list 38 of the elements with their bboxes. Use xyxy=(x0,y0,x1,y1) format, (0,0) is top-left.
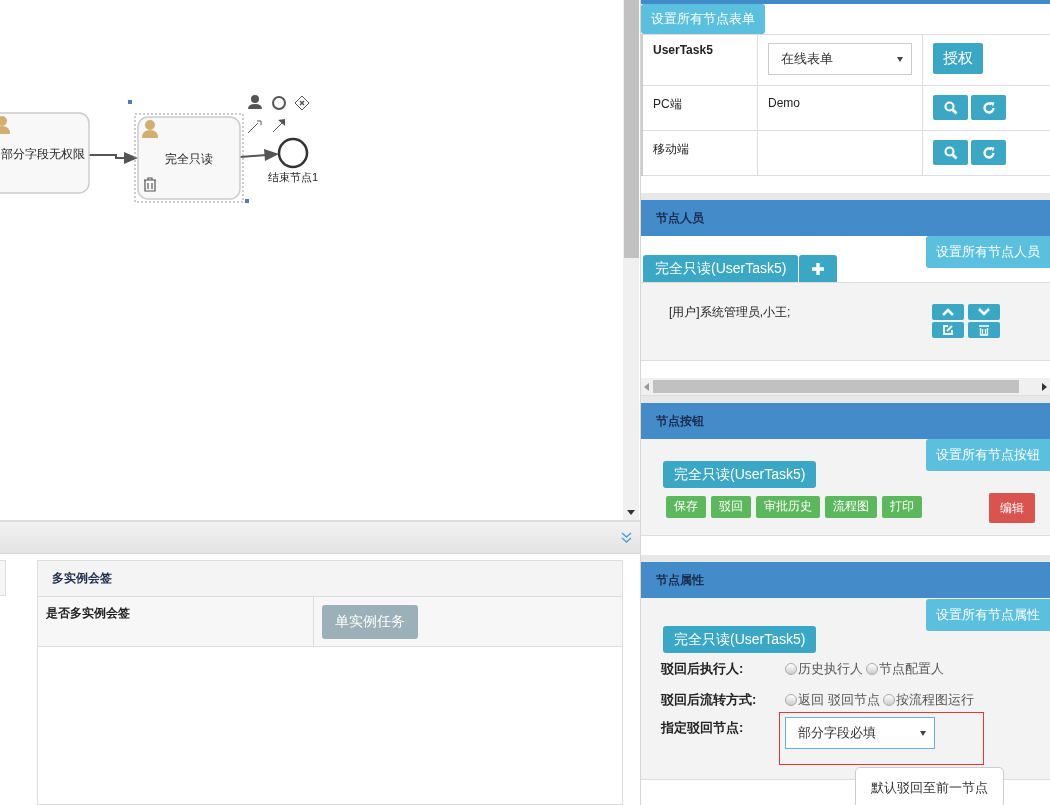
set-all-buttons-button[interactable]: 设置所有节点按钮 xyxy=(926,439,1050,471)
task-label: 完全只读 xyxy=(165,152,213,166)
section-header: 节点属性 xyxy=(641,562,1050,598)
radio-option[interactable]: 按流程图运行 xyxy=(882,690,974,709)
set-all-forms-button[interactable]: 设置所有节点表单 xyxy=(641,4,765,34)
action-button[interactable]: 保存 xyxy=(666,495,706,518)
radio-option[interactable]: 返回 驳回节点 xyxy=(785,690,880,709)
action-button[interactable]: 流程图 xyxy=(825,495,877,518)
instance-button[interactable]: 单实例任务 xyxy=(322,605,418,639)
end-event-label: 结束节点1 xyxy=(267,171,319,183)
action-button[interactable]: 审批历史 xyxy=(756,495,820,518)
task-name: UserTask5 xyxy=(653,43,713,57)
task-tag[interactable]: 完全只读(UserTask5) xyxy=(663,461,817,488)
task-tag[interactable]: 完全只读(UserTask5) xyxy=(663,626,817,653)
field-label: 驳回后执行人: xyxy=(661,659,745,678)
assignee-text: [用户]系统管理员,小王; xyxy=(669,304,791,321)
authorize-button[interactable]: 授权 xyxy=(933,43,983,74)
tooltip: 默认驳回至前一节点 xyxy=(855,767,1004,805)
action-button[interactable]: 打印 xyxy=(882,495,922,518)
section-header: 节点人员 xyxy=(641,200,1050,236)
radio-option[interactable]: 节点配置人 xyxy=(866,659,944,678)
radio-option[interactable]: 历史执行人 xyxy=(785,659,863,678)
field-label: 驳回后流转方式: xyxy=(661,690,758,709)
row-label: PC端 xyxy=(653,97,682,111)
task-label: 部分字段无权限 xyxy=(0,147,85,161)
row-value: Demo xyxy=(768,96,800,110)
field-label: 指定驳回节点: xyxy=(661,719,745,737)
edit-button[interactable]: 编辑 xyxy=(989,493,1035,523)
action-button[interactable]: 驳回 xyxy=(711,495,751,518)
form-type-select[interactable]: 在线表单 xyxy=(768,43,912,75)
section-header: 节点按钮 xyxy=(641,403,1050,439)
set-all-personnel-button[interactable]: 设置所有节点人员 xyxy=(926,236,1050,268)
task-tab[interactable]: 完全只读(UserTask5) xyxy=(643,255,799,282)
field-label: 是否多实例会签 xyxy=(46,606,130,620)
panel-title: 多实例会签 xyxy=(38,561,622,597)
row-label: 移动端 xyxy=(653,142,689,156)
set-all-properties-button[interactable]: 设置所有节点属性 xyxy=(926,599,1050,631)
return-node-select[interactable]: 部分字段必填 xyxy=(785,717,935,749)
